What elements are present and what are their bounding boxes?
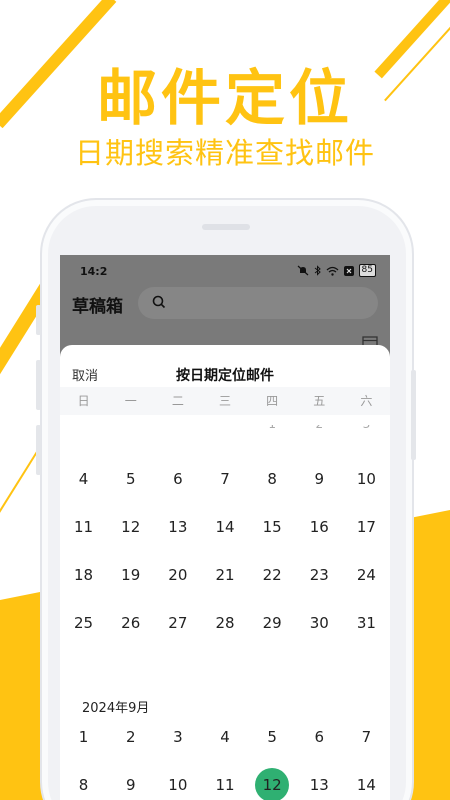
- calendar-day[interactable]: 14: [343, 776, 390, 794]
- weekday-label: 五: [313, 394, 326, 408]
- calendar-day[interactable]: 22: [249, 566, 296, 584]
- weekday-label: 一: [124, 394, 137, 408]
- calendar-day[interactable]: 14: [201, 518, 248, 536]
- x-icon: [343, 265, 354, 276]
- status-icons: 85: [297, 264, 376, 277]
- calendar-day[interactable]: 24: [343, 566, 390, 584]
- calendar-day[interactable]: [60, 425, 107, 435]
- calendar-row: 8 9 10 11 12 13 14: [60, 768, 390, 800]
- sheet-title: 按日期定位邮件: [176, 368, 274, 384]
- phone-speaker: [202, 224, 250, 230]
- calendar-day[interactable]: 3: [343, 425, 390, 435]
- selected-day-text: 12: [262, 776, 282, 794]
- calendar-day[interactable]: 4: [201, 728, 248, 746]
- app-header: 草稿箱: [60, 287, 390, 327]
- weekday-header: 日 一 二 三 四 五 六: [60, 387, 390, 415]
- calendar-day[interactable]: 7: [343, 728, 390, 746]
- calendar-day[interactable]: 29: [249, 614, 296, 632]
- folder-title: 草稿箱: [72, 297, 123, 317]
- calendar-day[interactable]: 30: [296, 614, 343, 632]
- wifi-icon: [326, 266, 338, 276]
- calendar-day[interactable]: 3: [154, 728, 201, 746]
- calendar-day[interactable]: 8: [60, 776, 107, 794]
- calendar-day[interactable]: 1: [249, 425, 296, 435]
- calendar-day[interactable]: 12: [107, 518, 154, 536]
- calendar-day[interactable]: 19: [107, 566, 154, 584]
- calendar-day[interactable]: 10: [343, 470, 390, 488]
- calendar-day[interactable]: 21: [201, 566, 248, 584]
- calendar-day[interactable]: 26: [107, 614, 154, 632]
- phone-side-button: [36, 425, 41, 475]
- calendar-day[interactable]: 16: [296, 518, 343, 536]
- calendar-day[interactable]: 9: [107, 776, 154, 794]
- calendar-day[interactable]: 2: [296, 425, 343, 435]
- promo-subtitle: 日期搜索精准查找邮件: [74, 136, 375, 170]
- calendar-day[interactable]: 25: [60, 614, 107, 632]
- date-picker-sheet: 取消 按日期定位邮件 日 一 二 三 四 五 六 1 2 3 4 5 6 7 8: [60, 345, 390, 800]
- calendar-day[interactable]: 4: [60, 470, 107, 488]
- calendar-day[interactable]: [154, 425, 201, 435]
- calendar-day[interactable]: 1: [60, 728, 107, 746]
- bluetooth-icon: [314, 265, 321, 276]
- calendar-day[interactable]: 18: [60, 566, 107, 584]
- calendar-day[interactable]: 10: [154, 776, 201, 794]
- promo-title: 邮件定位: [97, 64, 353, 134]
- calendar-day[interactable]: 23: [296, 566, 343, 584]
- status-time: 14:2: [80, 265, 108, 278]
- calendar-row: 18 19 20 21 22 23 24: [60, 566, 390, 584]
- calendar-day[interactable]: 6: [154, 470, 201, 488]
- calendar-day[interactable]: 6: [296, 728, 343, 746]
- weekday-label: 日: [77, 394, 90, 408]
- calendar-day[interactable]: 11: [201, 776, 248, 794]
- calendar-row: 25 26 27 28 29 30 31: [60, 614, 390, 632]
- calendar-row: 1 2 3: [60, 425, 390, 435]
- phone-side-button: [36, 305, 41, 335]
- mute-icon: [297, 265, 308, 276]
- calendar-row: 11 12 13 14 15 16 17: [60, 518, 390, 536]
- calendar-day[interactable]: 8: [249, 470, 296, 488]
- month-label: 2024年9月: [82, 701, 150, 716]
- phone-screen: 14:2 85 草稿箱 取消 按日期定位邮件 日 一 二 三 四 五 六 4 5…: [60, 255, 390, 800]
- search-icon: [152, 295, 166, 309]
- search-input[interactable]: [138, 287, 378, 319]
- weekday-label: 三: [218, 394, 231, 408]
- calendar-day[interactable]: 28: [201, 614, 248, 632]
- selected-day-marker: 12: [255, 768, 290, 800]
- calendar-row: 4 5 6 7 8 9 10: [60, 470, 390, 488]
- calendar-day-selected[interactable]: 12: [249, 768, 296, 800]
- calendar-day[interactable]: 17: [343, 518, 390, 536]
- calendar-day[interactable]: 31: [343, 614, 390, 632]
- calendar-row: 1 2 3 4 5 6 7: [60, 728, 390, 746]
- phone-side-button: [36, 360, 41, 410]
- weekday-label: 六: [360, 394, 373, 408]
- calendar-day[interactable]: 5: [107, 470, 154, 488]
- phone-side-button: [411, 370, 416, 460]
- calendar-day[interactable]: 7: [201, 470, 248, 488]
- calendar-day[interactable]: 15: [249, 518, 296, 536]
- calendar-day[interactable]: 13: [154, 518, 201, 536]
- calendar-day[interactable]: 20: [154, 566, 201, 584]
- calendar-day[interactable]: 13: [296, 776, 343, 794]
- calendar-day[interactable]: 9: [296, 470, 343, 488]
- status-bar: 14:2 85: [60, 255, 390, 287]
- calendar-day[interactable]: [107, 425, 154, 435]
- battery-level: 85: [358, 264, 376, 277]
- calendar-day[interactable]: 5: [249, 728, 296, 746]
- weekday-label: 四: [266, 394, 279, 408]
- calendar-day[interactable]: 11: [60, 518, 107, 536]
- calendar-day[interactable]: 27: [154, 614, 201, 632]
- calendar-day[interactable]: 2: [107, 728, 154, 746]
- weekday-label: 二: [171, 394, 184, 408]
- calendar-day[interactable]: [201, 425, 248, 435]
